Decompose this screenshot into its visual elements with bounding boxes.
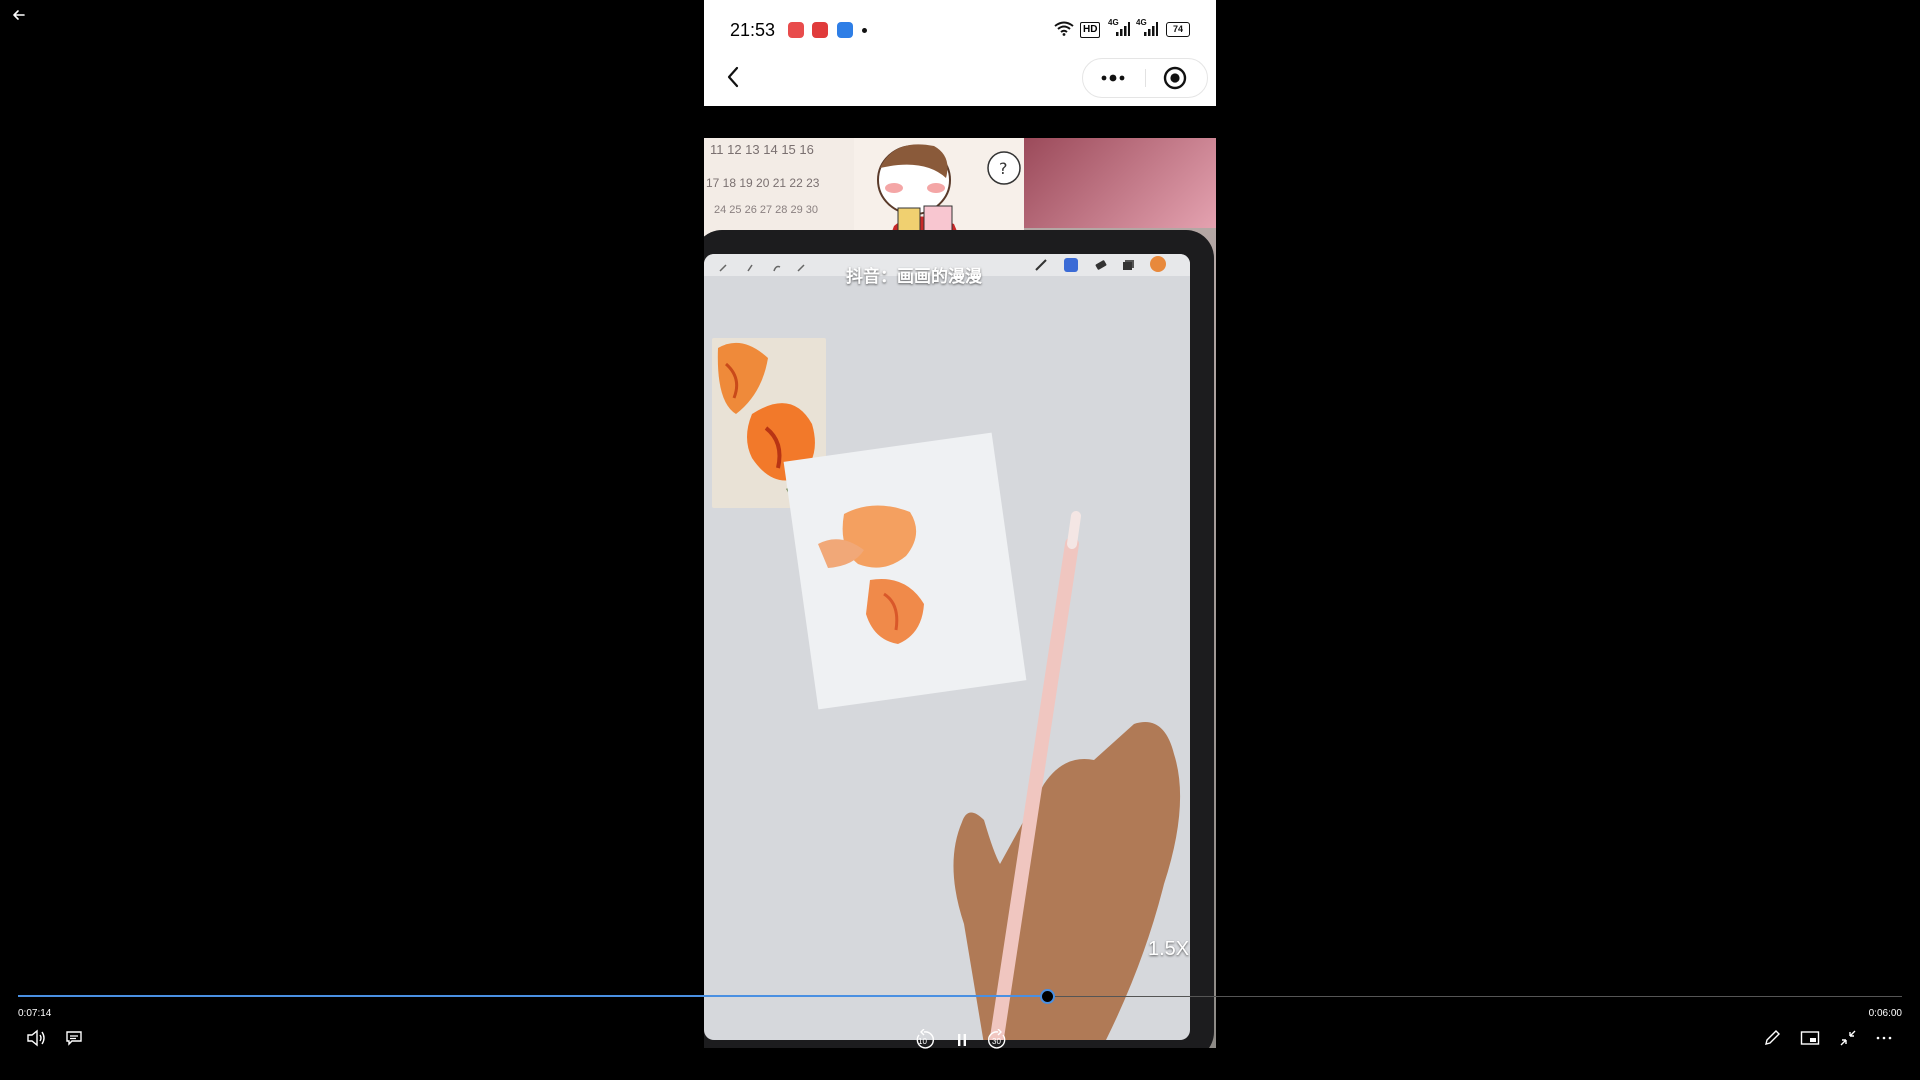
back-arrow-icon[interactable]: [8, 4, 30, 26]
seek-bar[interactable]: [18, 989, 1902, 1004]
duration-time: 0:06:00: [1868, 1008, 1902, 1019]
more-dots-icon[interactable]: [1093, 63, 1133, 93]
calendar-row: 24 25 26 27 28 29 30: [714, 204, 818, 216]
pencil-icon[interactable]: [1760, 1026, 1784, 1050]
svg-text:?: ?: [999, 159, 1008, 178]
status-bar: 21:53 HD 4G 4G 74: [704, 0, 1216, 56]
signal-4g-2: 4G: [1136, 18, 1160, 36]
signal-4g-1: 4G: [1108, 18, 1132, 36]
capsule-menu: [1082, 58, 1208, 98]
mini-program-nav-bar: [704, 56, 1216, 106]
video-app-icon: [812, 22, 828, 38]
color-swatch: [1150, 256, 1166, 272]
battery-icon: 74: [1166, 22, 1190, 37]
pause-icon[interactable]: [950, 1028, 974, 1052]
captions-icon[interactable]: [62, 1026, 86, 1050]
mini-player-icon[interactable]: [1798, 1026, 1822, 1050]
pink-card: [1024, 138, 1216, 228]
seek-bar-thumb[interactable]: [1039, 989, 1055, 1004]
status-time: 21:53: [730, 20, 776, 40]
layers-icon: [1122, 258, 1136, 272]
video-watermark: 抖音：画画的漫漫: [846, 267, 982, 286]
record-icon[interactable]: [1155, 63, 1195, 93]
news-app-icon: [837, 22, 853, 38]
exit-fullscreen-icon[interactable]: [1836, 1026, 1860, 1050]
calendar-row: 11 12 13 14 15 16: [710, 142, 814, 157]
volume-icon[interactable]: [24, 1026, 48, 1050]
seek-bar-fill: [18, 995, 1047, 997]
more-icon[interactable]: [1872, 1026, 1896, 1050]
playback-speed-label[interactable]: 1.5X: [1148, 938, 1189, 961]
hd-badge: HD: [1080, 22, 1101, 38]
current-time: 0:07:14: [18, 1008, 52, 1019]
calendar-row: 17 18 19 20 21 22 23: [706, 176, 820, 190]
spacer: [704, 106, 1216, 138]
chevron-left-icon[interactable]: [718, 62, 748, 92]
tablet-device: [704, 230, 1214, 1048]
forward-30-button[interactable]: 30: [984, 1026, 1012, 1054]
rewind-10-button[interactable]: 10: [910, 1026, 938, 1054]
tablet-screen: [704, 254, 1190, 1040]
dot-icon: [862, 28, 867, 33]
music-app-icon: [788, 22, 804, 38]
wifi-icon: [1054, 20, 1074, 36]
phone-screen-recording: 21:53 HD 4G 4G 74 11 12 13 14 15 16 17 1…: [704, 0, 1216, 1048]
video-frame: 11 12 13 14 15 16 17 18 19 20 21 22 23 2…: [704, 138, 1216, 1048]
